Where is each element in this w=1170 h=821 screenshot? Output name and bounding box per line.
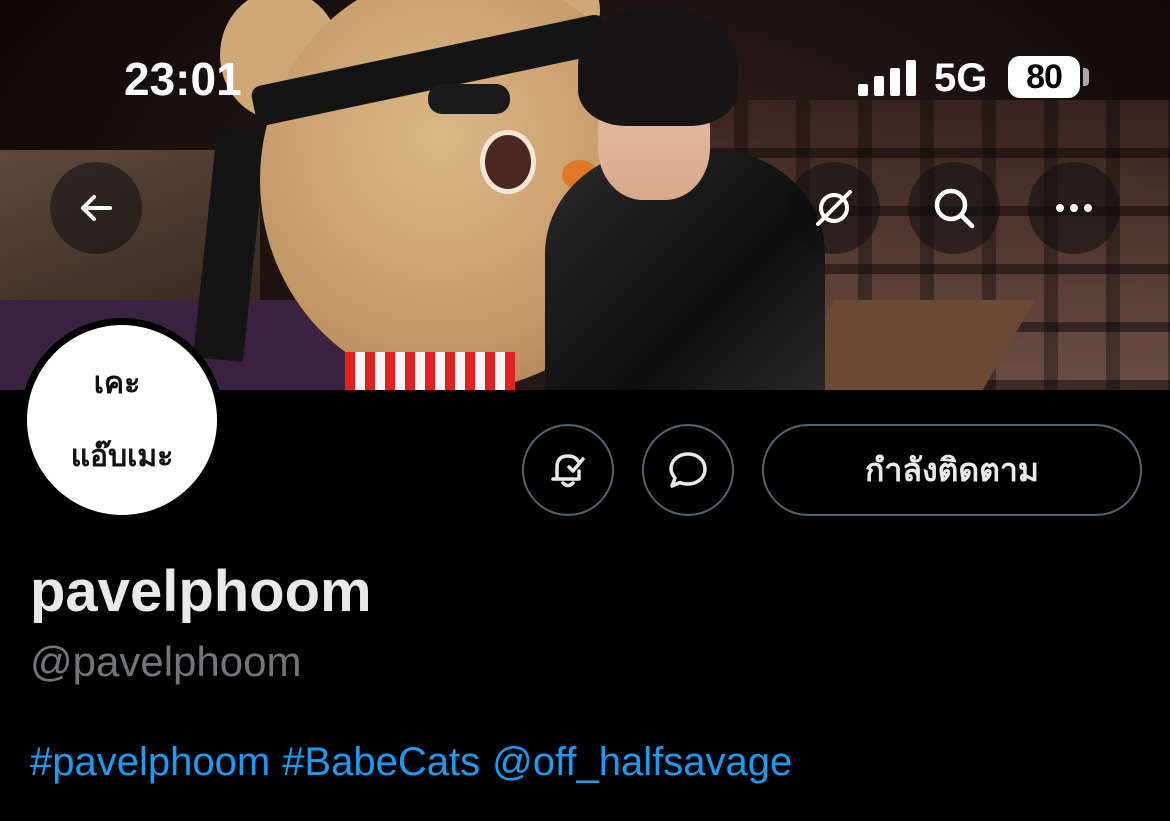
display-name: pavelphoom	[30, 559, 372, 624]
more-horizontal-icon	[1056, 204, 1092, 212]
bear-eye	[480, 130, 536, 194]
avatar-text-line2: แอ๊บเมะ	[70, 440, 174, 473]
hashtag-link[interactable]: #pavelphoom	[30, 740, 270, 784]
back-button[interactable]	[50, 162, 142, 254]
grok-button[interactable]	[788, 162, 880, 254]
more-button[interactable]	[1028, 162, 1120, 254]
network-type: 5G	[934, 56, 988, 100]
hashtag-link[interactable]: #BabeCats	[282, 740, 480, 784]
status-time: 23:01	[124, 53, 242, 105]
bear-shirt	[345, 352, 515, 390]
bear-eyebrow	[428, 84, 510, 114]
grok-slash-icon	[816, 190, 852, 226]
battery-level: 80	[1026, 57, 1063, 96]
user-handle: @pavelphoom	[30, 638, 302, 685]
bell-check-icon	[551, 454, 585, 488]
profile-bio: #pavelphoom #BabeCats @off_halfsavage	[30, 740, 804, 785]
battery-tip	[1083, 68, 1089, 86]
signal-strength-icon	[858, 60, 916, 96]
notifications-button[interactable]	[522, 424, 614, 516]
search-button[interactable]	[908, 162, 1000, 254]
message-bubble-icon	[669, 452, 707, 488]
arrow-left-icon	[81, 195, 112, 221]
message-button[interactable]	[642, 424, 734, 516]
person-hair	[578, 6, 738, 126]
following-button[interactable]: กำลังติดตาม	[762, 424, 1142, 516]
avatar-text-line1: เคะ	[93, 367, 141, 400]
mention-link[interactable]: @off_halfsavage	[492, 740, 792, 784]
battery-icon: 80	[1008, 56, 1080, 98]
avatar[interactable]: เคะ แอ๊บเมะ	[20, 318, 224, 522]
avatar-image: เคะ แอ๊บเมะ	[27, 325, 217, 515]
search-icon	[934, 188, 975, 229]
